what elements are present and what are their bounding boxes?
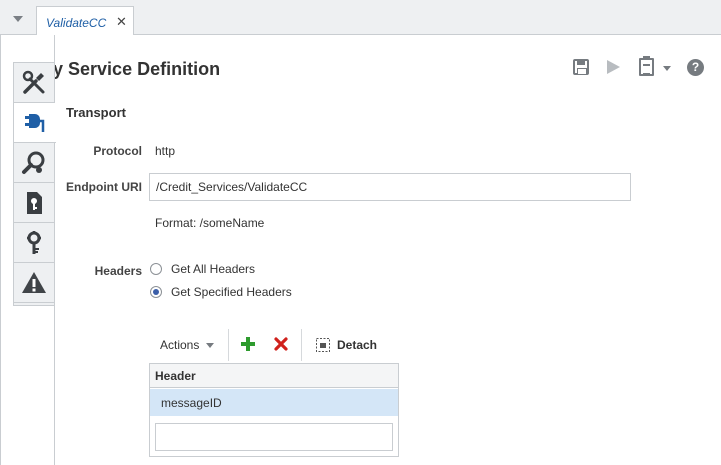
table-row[interactable]: messageID <box>150 389 398 416</box>
help-icon[interactable]: ? <box>687 59 704 76</box>
radio-button[interactable] <box>150 263 162 275</box>
table-toolbar: Actions Detach <box>149 327 399 363</box>
protocol-value: http <box>155 144 176 158</box>
vtab-transport[interactable] <box>14 103 56 143</box>
save-icon[interactable] <box>573 59 589 75</box>
toolbar-separator <box>301 329 302 361</box>
detach-button[interactable]: Detach <box>316 338 377 352</box>
headers-table: Header messageID <box>149 363 399 457</box>
clipboard-icon[interactable] <box>639 56 654 76</box>
radio-get-all-headers[interactable]: Get All Headers <box>150 262 255 276</box>
radio-button-selected[interactable] <box>150 286 162 298</box>
vtab-security[interactable] <box>14 183 54 223</box>
column-header-header[interactable]: Header <box>150 364 398 388</box>
format-hint: Format: /someName <box>155 216 265 230</box>
radio-label: Get All Headers <box>171 262 256 276</box>
vtab-message-handling[interactable] <box>14 143 54 183</box>
vertical-tab-strip <box>13 62 56 306</box>
warning-icon <box>22 271 46 293</box>
radio-label: Get Specified Headers <box>171 285 292 299</box>
add-icon <box>241 337 255 351</box>
actions-menu[interactable]: Actions <box>160 338 215 352</box>
delete-icon <box>274 337 288 351</box>
close-icon[interactable]: ✕ <box>116 14 127 30</box>
tab-validatecc[interactable]: ValidateCC ✕ <box>36 6 134 36</box>
radio-get-specified-headers[interactable]: Get Specified Headers <box>150 285 292 299</box>
delete-row-button[interactable] <box>274 337 288 351</box>
tab-list-dropdown-icon[interactable] <box>13 16 23 22</box>
endpoint-uri-input[interactable] <box>149 173 631 201</box>
gear-key-icon <box>27 230 41 254</box>
chevron-down-icon <box>206 342 215 348</box>
toolbar-separator <box>228 329 229 361</box>
new-header-input[interactable] <box>155 423 393 451</box>
detach-label: Detach <box>337 338 378 352</box>
endpoint-uri-label: Endpoint URI <box>66 180 142 194</box>
section-title: Transport <box>66 105 126 120</box>
document-key-icon <box>27 191 42 214</box>
vtab-operational-settings[interactable] <box>14 223 54 263</box>
protocol-label: Protocol <box>93 144 142 158</box>
add-row-button[interactable] <box>241 337 255 351</box>
actions-label: Actions <box>160 338 200 352</box>
tab-label: ValidateCC <box>46 16 107 30</box>
plug-icon <box>25 113 45 132</box>
detach-icon <box>316 338 330 352</box>
chevron-down-icon[interactable] <box>663 66 671 71</box>
vtab-alerts[interactable] <box>14 263 54 303</box>
tools-icon <box>22 70 45 94</box>
run-icon[interactable] <box>607 60 620 74</box>
vtab-general[interactable] <box>14 63 54 103</box>
magnifier-icon <box>22 151 45 174</box>
editor-tab-bar: ValidateCC ✕ <box>0 0 721 36</box>
headers-label: Headers <box>94 264 142 278</box>
